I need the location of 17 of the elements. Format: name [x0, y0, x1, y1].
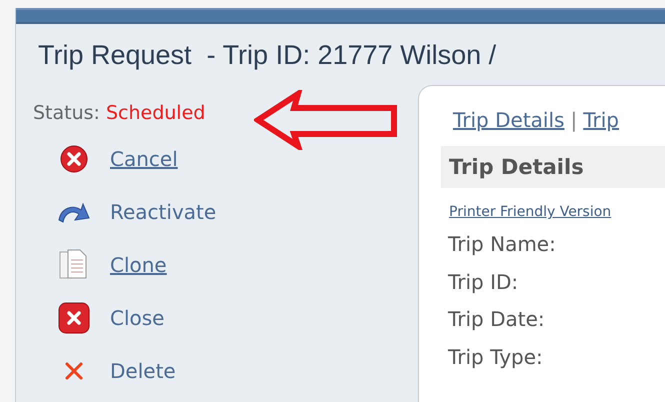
field-label: Trip Type:: [448, 344, 544, 370]
status-label: Status:: [33, 102, 100, 126]
field-label: Trip Name:: [448, 232, 557, 258]
field-label: Trip ID:: [448, 270, 520, 296]
page-title: Trip Request - Trip ID: 21777 Wilson /: [37, 39, 498, 72]
error-circle-icon: [60, 144, 88, 172]
tab-separator: |: [570, 108, 578, 132]
close-square-icon: [58, 302, 90, 334]
status-value: Scheduled: [106, 102, 206, 126]
tab-link[interactable]: Trip Details: [453, 108, 564, 132]
delete-x-icon: [64, 360, 84, 380]
action-link[interactable]: Clone: [110, 252, 167, 276]
tab-link[interactable]: Trip: [583, 108, 619, 132]
action-link[interactable]: Cancel: [110, 146, 178, 170]
section-heading: Trip Details: [449, 155, 584, 179]
printer-friendly-link[interactable]: Printer Friendly Version: [449, 204, 612, 220]
field-label: Trip Date:: [448, 307, 546, 333]
